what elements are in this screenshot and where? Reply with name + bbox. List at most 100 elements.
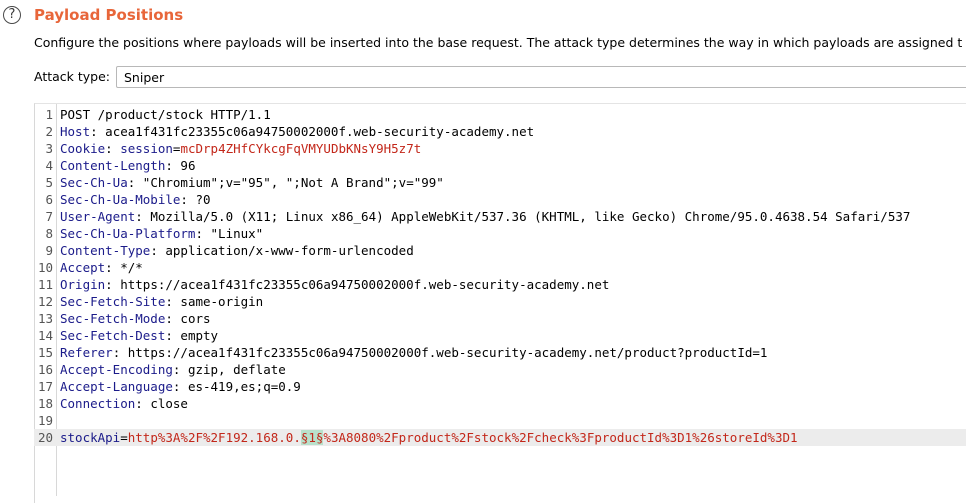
request-line-text: POST /product/stock HTTP/1.1 bbox=[60, 107, 271, 122]
line-content: Referer: https://acea1f431fc23355c06a947… bbox=[60, 344, 767, 361]
header-name: Connection bbox=[60, 396, 136, 411]
request-line[interactable]: 9 Content-Type: application/x-www-form-ur… bbox=[34, 242, 966, 259]
line-number: 8 bbox=[45, 226, 53, 241]
header-separator: : bbox=[180, 192, 188, 207]
header-name: Accept bbox=[60, 260, 106, 275]
line-content: Connection: close bbox=[60, 395, 188, 412]
request-line[interactable]: 12 Sec-Fetch-Site: same-origin bbox=[34, 293, 966, 310]
line-content: Accept: */* bbox=[60, 259, 143, 276]
request-line[interactable]: 5 Sec-Ch-Ua: "Chromium";v="95", ";Not A B… bbox=[34, 174, 966, 191]
header-separator: : bbox=[105, 141, 121, 156]
request-line[interactable]: 6 Sec-Ch-Ua-Mobile: ?0 bbox=[34, 191, 966, 208]
line-content: Accept-Language: es-419,es;q=0.9 bbox=[60, 378, 301, 395]
help-icon[interactable]: ? bbox=[3, 6, 21, 24]
header-name: Content-Type bbox=[60, 243, 151, 258]
section-title: Payload Positions bbox=[34, 6, 184, 24]
attack-type-select[interactable]: Sniper bbox=[116, 66, 966, 88]
header-separator: : bbox=[165, 294, 173, 309]
line-number: 4 bbox=[45, 158, 53, 173]
line-number: 13 bbox=[37, 311, 53, 326]
header-separator: : bbox=[135, 209, 143, 224]
header-name: Origin bbox=[60, 277, 106, 292]
line-number: 5 bbox=[45, 175, 53, 190]
request-line[interactable]: 18 Connection: close bbox=[34, 395, 966, 412]
request-line[interactable]: 3 Cookie: session=mcDrp4ZHfCYkcgFqVMYUDbK… bbox=[34, 140, 966, 157]
header-name: Host bbox=[60, 124, 91, 139]
body-param-value-prefix: http%3A%2F%2F192.168.0. bbox=[127, 430, 301, 445]
header-name: Sec-Fetch-Mode bbox=[60, 311, 166, 326]
header-separator: : bbox=[165, 158, 173, 173]
header-name: Sec-Ch-Ua-Platform bbox=[60, 226, 196, 241]
header-name: Sec-Fetch-Dest bbox=[60, 328, 166, 343]
line-content: Sec-Ch-Ua-Mobile: ?0 bbox=[60, 191, 211, 208]
request-line[interactable]: 13 Sec-Fetch-Mode: cors bbox=[34, 310, 966, 327]
header-separator: : bbox=[135, 396, 143, 411]
request-line[interactable]: 2 Host: acea1f431fc23355c06a94750002000f.… bbox=[34, 123, 966, 140]
line-content: Sec-Fetch-Site: same-origin bbox=[60, 293, 263, 310]
header-value: application/x-www-form-urlencoded bbox=[157, 243, 414, 258]
line-number: 19 bbox=[37, 413, 53, 428]
line-content: Host: acea1f431fc23355c06a94750002000f.w… bbox=[60, 123, 534, 140]
header-separator: : bbox=[90, 124, 98, 139]
body-param-value-suffix: %3A8080%2Fproduct%2Fstock%2Fcheck%3Fprod… bbox=[323, 430, 798, 445]
line-content: Cookie: session=mcDrp4ZHfCYkcgFqVMYUDbKN… bbox=[60, 140, 421, 157]
header-value: same-origin bbox=[172, 294, 264, 309]
request-line[interactable]: 19 bbox=[34, 412, 966, 429]
payload-positions-header: ? Payload Positions bbox=[0, 0, 966, 30]
header-name: Accept-Encoding bbox=[60, 362, 173, 377]
line-number: 11 bbox=[37, 277, 53, 292]
line-number: 16 bbox=[37, 362, 53, 377]
request-line[interactable]: 15 Referer: https://acea1f431fc23355c06a9… bbox=[34, 344, 966, 361]
header-value: empty bbox=[172, 328, 219, 343]
line-content: stockApi=http%3A%2F%2F192.168.0.§1§%3A80… bbox=[60, 429, 798, 446]
header-separator: : bbox=[150, 243, 158, 258]
header-separator: : bbox=[105, 260, 113, 275]
line-number: 20 bbox=[37, 430, 53, 445]
line-content: Content-Type: application/x-www-form-url… bbox=[60, 242, 414, 259]
request-line[interactable]: 10 Accept: */* bbox=[34, 259, 966, 276]
line-content: Sec-Fetch-Mode: cors bbox=[60, 310, 211, 327]
request-line[interactable]: 1 POST /product/stock HTTP/1.1 bbox=[34, 106, 966, 123]
header-value: 96 bbox=[172, 158, 196, 173]
line-number: 3 bbox=[45, 141, 53, 156]
line-content: Origin: https://acea1f431fc23355c06a9475… bbox=[60, 276, 609, 293]
header-value: Mozilla/5.0 (X11; Linux x86_64) AppleWeb… bbox=[142, 209, 911, 224]
request-line[interactable]: 17 Accept-Language: es-419,es;q=0.9 bbox=[34, 378, 966, 395]
line-number: 15 bbox=[37, 345, 53, 360]
request-line[interactable]: 16 Accept-Encoding: gzip, deflate bbox=[34, 361, 966, 378]
line-number: 10 bbox=[37, 260, 53, 275]
cookie-name: session bbox=[120, 141, 173, 156]
header-value: gzip, deflate bbox=[180, 362, 286, 377]
cookie-value: mcDrp4ZHfCYkcgFqVMYUDbKNsY9H5z7t bbox=[180, 141, 422, 156]
attack-type-value: Sniper bbox=[124, 70, 165, 85]
header-name: Sec-Fetch-Site bbox=[60, 294, 166, 309]
request-line[interactable]: 4 Content-Length: 96 bbox=[34, 157, 966, 174]
line-number: 12 bbox=[37, 294, 53, 309]
request-line[interactable]: 20 stockApi=http%3A%2F%2F192.168.0.§1§%3A… bbox=[34, 429, 966, 446]
header-value: https://acea1f431fc23355c06a94750002000f… bbox=[112, 277, 610, 292]
header-value: "Linux" bbox=[203, 226, 264, 241]
request-line[interactable]: 7 User-Agent: Mozilla/5.0 (X11; Linux x86… bbox=[34, 208, 966, 225]
payload-position-marker[interactable]: §1§ bbox=[300, 430, 324, 445]
line-content: Sec-Ch-Ua-Platform: "Linux" bbox=[60, 225, 263, 242]
request-line[interactable]: 8 Sec-Ch-Ua-Platform: "Linux" bbox=[34, 225, 966, 242]
header-separator: : bbox=[165, 311, 173, 326]
line-number: 6 bbox=[45, 192, 53, 207]
header-name: Content-Length bbox=[60, 158, 166, 173]
request-line[interactable]: 11 Origin: https://acea1f431fc23355c06a94… bbox=[34, 276, 966, 293]
header-value: "Chromium";v="95", ";Not A Brand";v="99" bbox=[135, 175, 444, 190]
line-number: 2 bbox=[45, 124, 53, 139]
section-description: Configure the positions where payloads w… bbox=[34, 35, 963, 50]
line-number: 17 bbox=[37, 379, 53, 394]
header-value: es-419,es;q=0.9 bbox=[180, 379, 301, 394]
header-name: Referer bbox=[60, 345, 113, 360]
line-content: Content-Length: 96 bbox=[60, 157, 195, 174]
line-number: 14 bbox=[37, 328, 53, 343]
line-content: Accept-Encoding: gzip, deflate bbox=[60, 361, 286, 378]
header-value: close bbox=[142, 396, 188, 411]
line-number: 7 bbox=[45, 209, 53, 224]
request-line[interactable]: 14 Sec-Fetch-Dest: empty bbox=[34, 327, 966, 344]
header-separator: : bbox=[165, 328, 173, 343]
header-value: */* bbox=[112, 260, 143, 275]
body-param-name: stockApi bbox=[60, 430, 121, 445]
